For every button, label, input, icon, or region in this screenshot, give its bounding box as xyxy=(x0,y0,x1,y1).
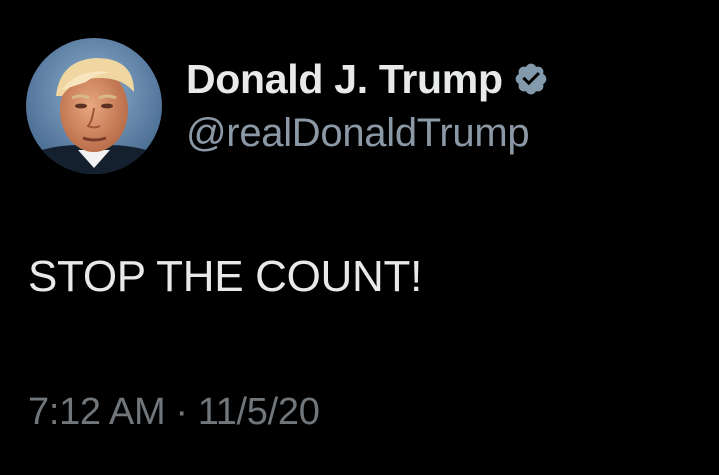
display-name-row: Donald J. Trump xyxy=(186,55,549,103)
handle[interactable]: @realDonaldTrump xyxy=(186,109,549,157)
tweet-card: Donald J. Trump @realDonaldTrump STOP TH… xyxy=(0,0,719,475)
verified-badge-icon xyxy=(513,61,549,97)
meta-separator: · xyxy=(175,391,188,433)
tweet-date[interactable]: 11/5/20 xyxy=(198,388,320,436)
avatar-image xyxy=(26,38,162,174)
tweet-meta: 7:12 AM · 11/5/20 xyxy=(28,388,320,436)
tweet-text: STOP THE COUNT! xyxy=(28,252,423,301)
avatar[interactable] xyxy=(26,38,162,174)
tweet-header: Donald J. Trump @realDonaldTrump xyxy=(26,38,549,174)
author-names: Donald J. Trump @realDonaldTrump xyxy=(186,55,549,157)
tweet-time[interactable]: 7:12 AM xyxy=(28,388,166,436)
display-name[interactable]: Donald J. Trump xyxy=(186,55,503,103)
